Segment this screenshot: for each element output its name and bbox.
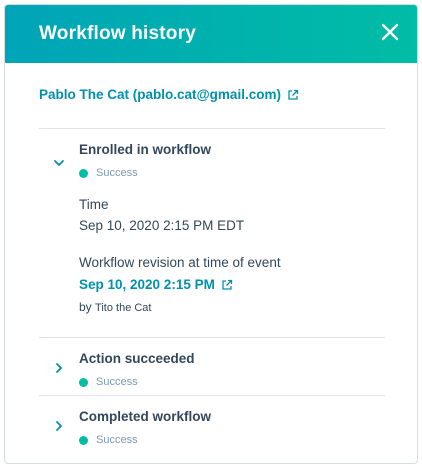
divider	[39, 128, 385, 129]
revision-label: Workflow revision at time of event	[79, 255, 281, 270]
by-prefix: by	[79, 300, 92, 314]
workflow-history-panel: Workflow history Pablo The Cat (pablo.ca…	[4, 4, 418, 464]
event-title: Action succeeded	[79, 351, 195, 366]
chevron-right-icon[interactable]	[53, 420, 65, 432]
close-icon	[381, 23, 399, 41]
revision-link[interactable]: Sep 10, 2020 2:15 PM	[79, 277, 233, 292]
status-text: Success	[96, 376, 138, 388]
panel-header: Workflow history	[5, 5, 417, 63]
status-badge: Success	[79, 434, 138, 446]
status-text: Success	[96, 167, 138, 179]
revision-link-label: Sep 10, 2020 2:15 PM	[79, 277, 215, 292]
divider	[39, 395, 385, 396]
success-dot-icon	[79, 435, 88, 445]
author-name: Tito the Cat	[95, 302, 152, 314]
chevron-right-icon[interactable]	[53, 362, 65, 374]
external-link-icon	[288, 89, 299, 100]
status-text: Success	[96, 434, 138, 446]
event-title: Completed workflow	[79, 409, 212, 424]
divider	[39, 337, 385, 338]
success-dot-icon	[79, 377, 88, 387]
time-value: Sep 10, 2020 2:15 PM EDT	[79, 218, 245, 233]
time-label: Time	[79, 197, 109, 212]
external-link-icon	[222, 279, 232, 290]
chevron-down-icon[interactable]	[53, 157, 65, 169]
status-badge: Success	[79, 376, 138, 388]
panel-title: Workflow history	[39, 23, 196, 44]
event-title: Enrolled in workflow	[79, 142, 212, 157]
contact-link-label: Pablo The Cat (pablo.cat@gmail.com)	[39, 87, 281, 102]
status-badge: Success	[79, 167, 138, 179]
revision-author: by Tito the Cat	[79, 300, 151, 314]
close-button[interactable]	[375, 17, 405, 47]
contact-link[interactable]: Pablo The Cat (pablo.cat@gmail.com)	[39, 87, 299, 102]
success-dot-icon	[79, 168, 88, 178]
